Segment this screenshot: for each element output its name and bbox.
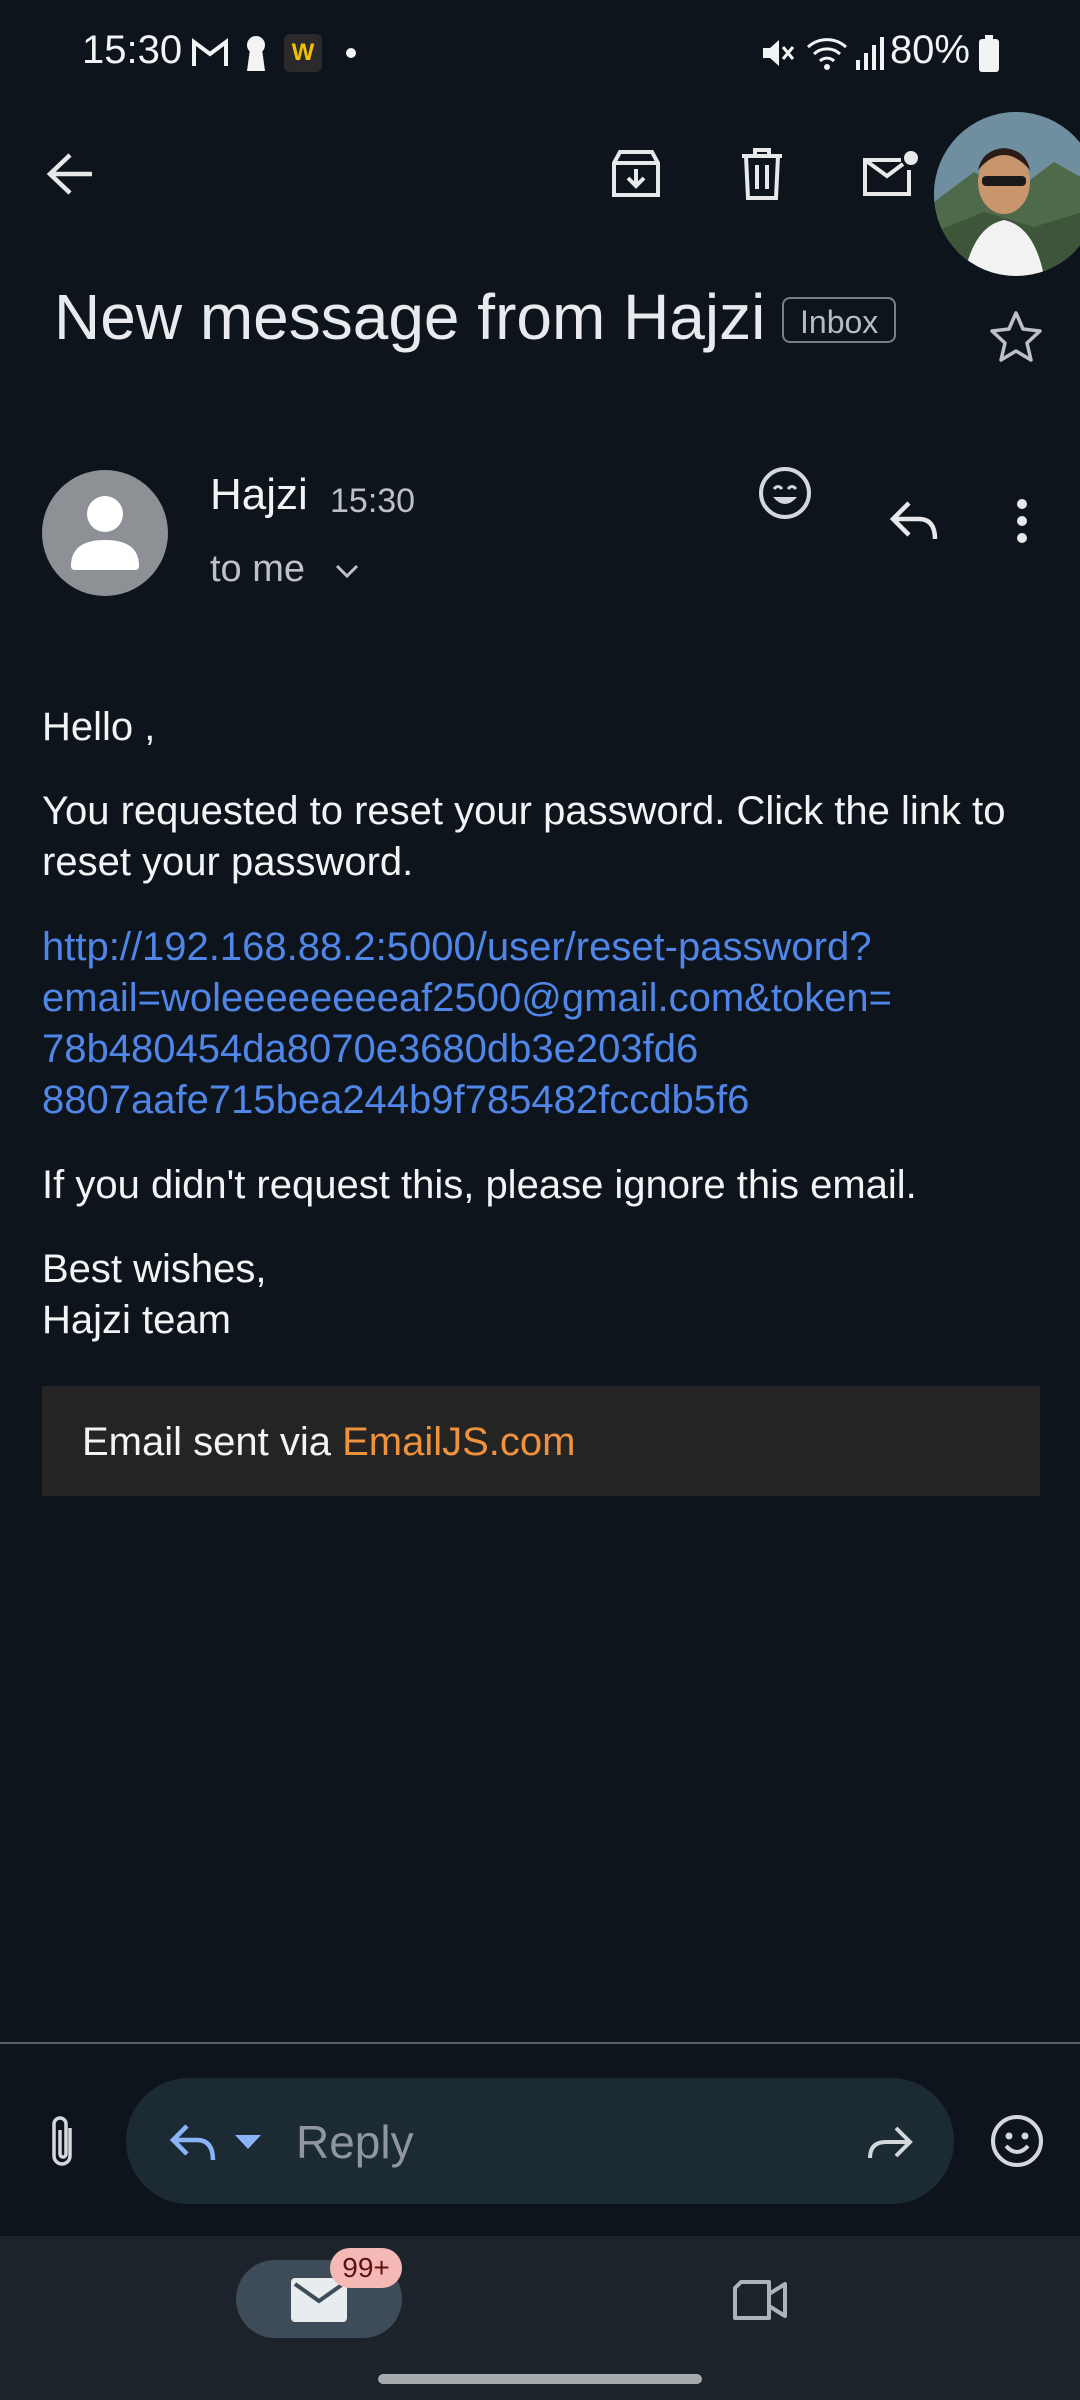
arrow-left-icon [46,153,92,195]
back-button[interactable] [30,134,110,214]
reset-password-link[interactable]: http://192.168.88.2:5000/user/reset-pass… [42,922,1042,1126]
battery-percent-text: 80% [889,28,970,72]
emoji-icon [991,2115,1043,2167]
recipient-text: to me [210,548,306,590]
profile-photo-icon [934,112,1080,276]
link-line: 78b480454da8070e3680db3e203fd6 [42,1027,699,1071]
message-time: 15:30 [330,482,416,520]
email-subject: New message from Hajzi [54,281,766,353]
battery-percent: 80% [890,28,970,73]
gmail-notification-icon [190,36,230,70]
ignore-note: If you didn't request this, please ignor… [42,1163,917,1207]
star-button[interactable] [980,300,1052,372]
greeting: Hello , [42,705,156,749]
emoji-button[interactable] [980,2104,1054,2178]
mute-icon [758,34,796,72]
attach-button[interactable] [28,2104,94,2176]
add-reaction-button[interactable] [750,458,820,528]
wifi-icon [806,34,848,72]
app-notification-icon: W [284,34,322,72]
more-options-button[interactable] [990,486,1054,556]
keyhole-notification-icon [242,34,270,74]
trash-icon [742,148,782,200]
mail-unread-icon [863,151,918,196]
signoff: Best wishes, [42,1247,267,1291]
account-avatar[interactable] [934,112,1080,276]
reply-arrow-icon [169,2124,216,2161]
forward-icon [868,2126,913,2159]
mark-unread-button[interactable] [848,134,932,214]
chevron-down-icon [335,564,358,579]
star-icon [990,311,1042,362]
recipient-details-toggle[interactable]: to me [210,548,360,591]
sender-avatar[interactable] [42,470,168,596]
more-notifications-dot [346,48,356,58]
reply-divider [0,2042,1080,2044]
footer-text: Email sent via EmailJS.com [82,1420,576,1465]
paperclip-icon [52,2116,72,2166]
video-camera-icon [733,2280,787,2320]
nav-meet-tab[interactable] [720,2266,800,2334]
signal-icon [854,34,888,72]
person-icon [71,496,139,570]
link-line: email=woleeeeeeeeaf2500@gmail.com&token= [42,976,893,1020]
sender-name: Hajzi [210,470,308,519]
link-line: http://192.168.88.2:5000/user/reset-pass… [42,925,872,969]
battery-icon [976,34,1002,74]
dropdown-triangle-icon [235,2135,261,2149]
archive-icon [612,150,660,197]
emoji-reaction-icon [759,467,811,519]
inbox-label-chip[interactable]: Inbox [782,297,897,343]
status-time: 15:30 [82,28,183,72]
archive-button[interactable] [596,134,676,214]
forward-button[interactable] [854,2110,926,2174]
reply-button[interactable] [874,486,954,556]
reply-mode-selector[interactable] [160,2110,270,2174]
emailjs-link[interactable]: EmailJS.com [342,1420,575,1464]
gesture-home-indicator[interactable] [378,2374,702,2384]
signature: Hajzi team [42,1298,231,1342]
delete-button[interactable] [722,134,802,214]
link-line: 8807aafe715bea244b9f785482fccdb5f6 [42,1078,750,1122]
body-paragraph: You requested to reset your password. Cl… [42,789,1006,884]
reply-icon [889,501,938,540]
footer-prefix: Email sent via [82,1420,343,1464]
reply-input-placeholder[interactable]: Reply [296,2115,414,2169]
unread-count-badge: 99+ [330,2248,402,2288]
app-notification-letter: W [291,39,315,66]
more-vert-icon [1017,499,1027,543]
